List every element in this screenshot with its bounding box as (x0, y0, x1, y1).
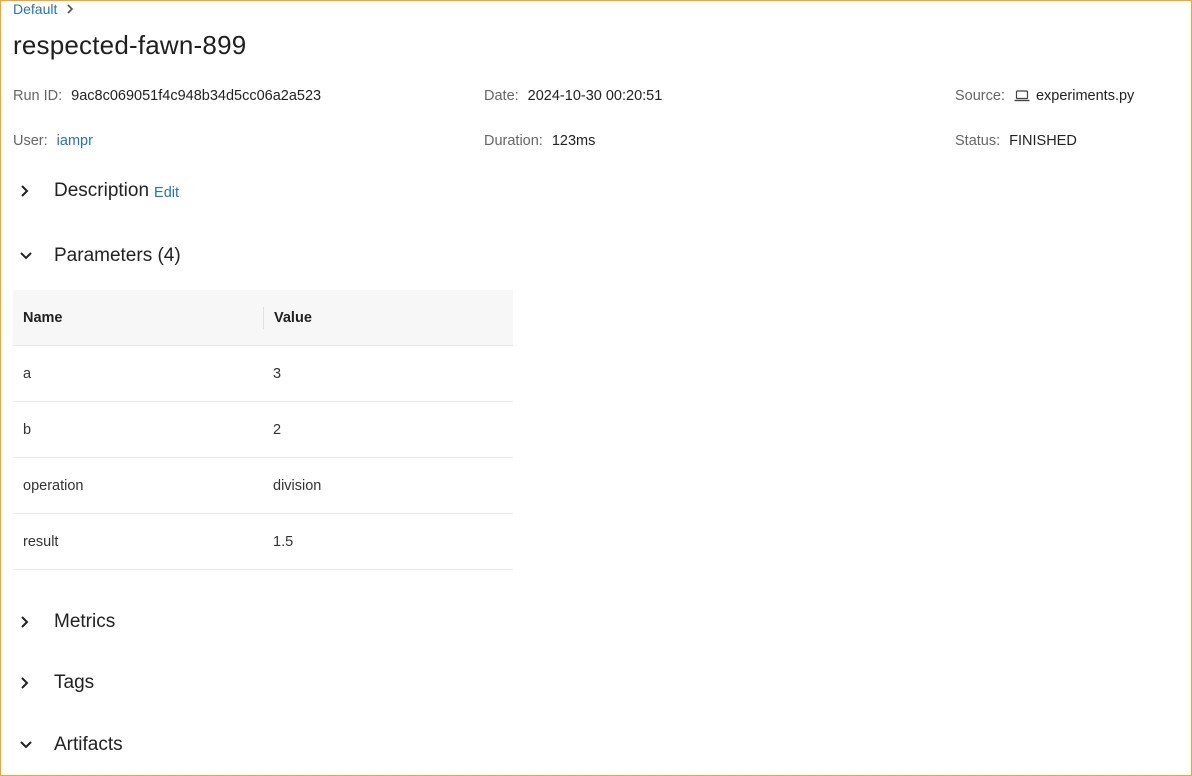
table-row: a 3 (13, 346, 513, 402)
breadcrumb: Default (13, 0, 74, 18)
run-id-label: Run ID: (13, 88, 63, 104)
status-label: Status: (955, 133, 1001, 149)
table-row: b 2 (13, 402, 513, 458)
param-name: operation (23, 477, 84, 494)
breadcrumb-experiment-link[interactable]: Default (13, 1, 57, 17)
chevron-right-icon[interactable] (0, 676, 54, 690)
run-id-field: Run ID: 9ac8c069051f4c948b34d5cc06a2a523 (13, 88, 321, 104)
param-value: 2 (273, 421, 282, 438)
run-id-value: 9ac8c069051f4c948b34d5cc06a2a523 (71, 88, 322, 104)
source-value: experiments.py (1035, 88, 1135, 104)
duration-field: Duration: 123ms (484, 133, 595, 149)
metrics-title: Metrics (54, 611, 116, 632)
chevron-right-icon[interactable] (0, 615, 54, 629)
metrics-section-header[interactable]: Metrics (0, 607, 115, 637)
date-field: Date: 2024-10-30 00:20:51 (484, 88, 662, 104)
param-value: 3 (273, 365, 282, 382)
parameters-section-header[interactable]: Parameters (4) (0, 241, 181, 271)
laptop-icon (1014, 90, 1030, 102)
table-row: operation division (13, 458, 513, 514)
param-value: 1.5 (273, 533, 294, 550)
parameters-title: Parameters (4) (54, 245, 181, 266)
chevron-down-icon[interactable] (0, 739, 54, 751)
description-section-header[interactable]: Description Edit (0, 176, 179, 206)
page-title: respected-fawn-899 (13, 30, 247, 60)
chevron-right-icon[interactable] (0, 184, 54, 198)
column-header-value[interactable]: Value (263, 306, 513, 329)
user-link[interactable]: iampr (57, 133, 93, 149)
tags-title: Tags (54, 672, 95, 693)
date-value: 2024-10-30 00:20:51 (527, 88, 663, 104)
user-field: User: iampr (13, 133, 93, 149)
user-label: User: (13, 133, 48, 149)
chevron-down-icon[interactable] (0, 250, 54, 262)
status-field: Status: FINISHED (955, 133, 1077, 149)
description-edit-link[interactable]: Edit (154, 185, 179, 201)
duration-label: Duration: (484, 133, 543, 149)
status-value: FINISHED (1009, 133, 1077, 149)
table-header-row: Name Value (13, 290, 513, 346)
date-label: Date: (484, 88, 519, 104)
param-name: b (23, 421, 32, 438)
chevron-right-icon (66, 2, 74, 17)
artifacts-section-header[interactable]: Artifacts (0, 730, 123, 760)
duration-value: 123ms (551, 133, 596, 149)
source-field: Source: experiments.py (955, 88, 1134, 104)
column-header-name[interactable]: Name (13, 310, 263, 326)
param-value: division (273, 477, 322, 494)
description-title: Description (54, 180, 150, 201)
parameters-table: Name Value a 3 b 2 operation division re… (13, 290, 513, 570)
param-name: result (23, 533, 59, 550)
tags-section-header[interactable]: Tags (0, 668, 94, 698)
param-name: a (23, 365, 32, 382)
source-label: Source: (955, 88, 1005, 104)
artifacts-title: Artifacts (54, 734, 123, 755)
table-row: result 1.5 (13, 514, 513, 570)
